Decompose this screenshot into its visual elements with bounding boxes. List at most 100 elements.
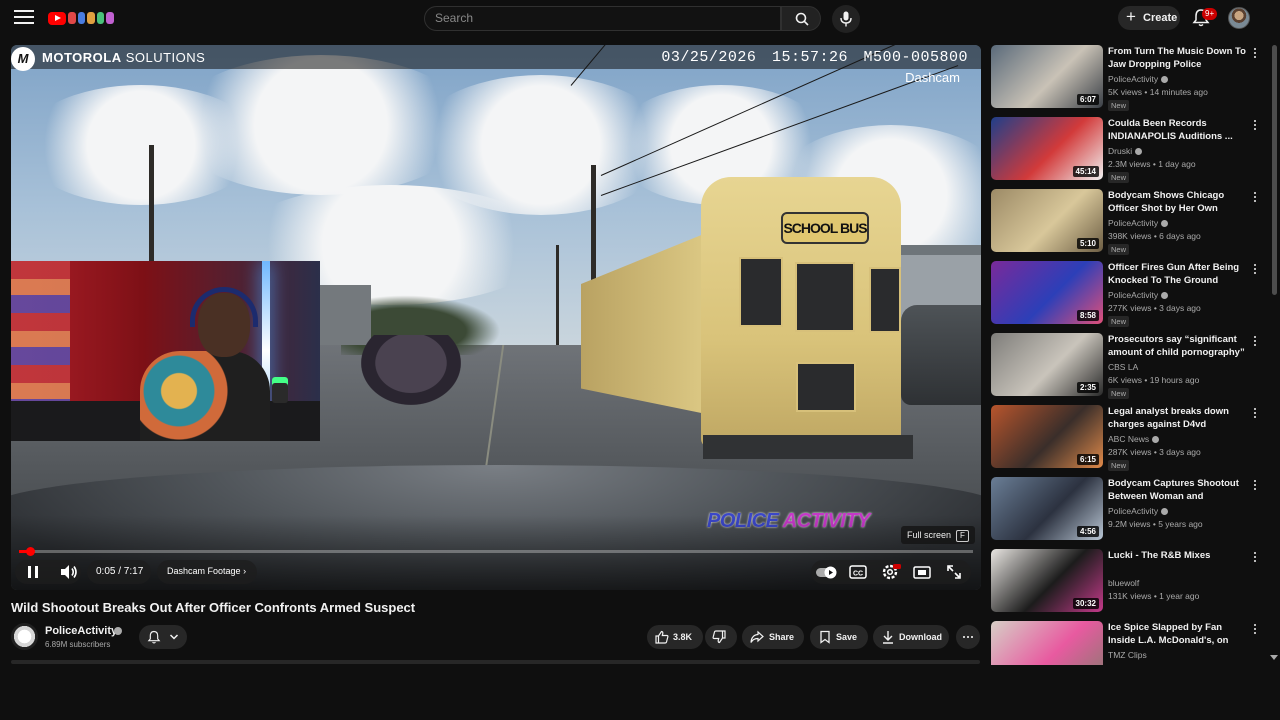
recommendation-title[interactable]: Bodycam Captures Shootout Between Woman … xyxy=(1108,477,1248,503)
recommendation-meta: 277K views • 3 days ago xyxy=(1108,303,1201,313)
new-badge: New xyxy=(1108,460,1130,471)
utility-pole xyxy=(556,245,559,345)
recommendation-channel[interactable]: PoliceActivity xyxy=(1108,506,1169,516)
duration-badge: 45:14 xyxy=(1072,166,1099,177)
pause-button[interactable] xyxy=(21,560,45,584)
share-button[interactable]: Share xyxy=(742,625,804,649)
more-options-icon[interactable] xyxy=(1252,407,1258,421)
save-button[interactable]: Save xyxy=(810,625,868,649)
recommendation-item[interactable]: 6:07 From Turn The Music Down To Jaw Drop… xyxy=(990,45,1270,111)
recommendation-item[interactable]: 8:58 Officer Fires Gun After Being Knocke… xyxy=(990,261,1270,327)
video-player[interactable]: SCHOOL BUS MOTOROLA SOLUTIONS 03/25/2026… xyxy=(11,45,981,590)
pause-icon xyxy=(28,566,31,578)
more-options-icon[interactable] xyxy=(1252,335,1258,349)
recommendation-title[interactable]: Coulda Been Records INDIANAPOLIS Auditio… xyxy=(1108,117,1248,143)
account-avatar[interactable] xyxy=(1228,7,1250,29)
more-options-icon[interactable] xyxy=(1252,623,1258,637)
recommendation-channel[interactable]: PoliceActivity xyxy=(1108,74,1169,84)
description-box[interactable] xyxy=(11,660,980,664)
recommendation-meta: 1.4M views • 7 days ago xyxy=(1108,663,1200,665)
recommendation-title[interactable]: Officer Fires Gun After Being Knocked To… xyxy=(1108,261,1248,287)
theater-mode-button[interactable] xyxy=(911,561,933,583)
more-options-icon[interactable] xyxy=(1252,479,1258,493)
save-label: Save xyxy=(836,632,858,642)
recommendation-channel[interactable]: ABC News xyxy=(1108,434,1160,444)
video-title: Wild Shootout Breaks Out After Officer C… xyxy=(11,600,416,615)
hamburger-menu-icon[interactable] xyxy=(14,10,34,26)
video-thumbnail[interactable]: 30:32 xyxy=(991,549,1103,612)
recommendation-meta: 6K views • 19 hours ago xyxy=(1108,375,1200,385)
like-button[interactable]: 3.8K xyxy=(647,625,703,649)
progress-bar[interactable] xyxy=(19,547,973,556)
verified-icon xyxy=(1161,76,1169,83)
search-button[interactable] xyxy=(781,6,821,31)
subscriber-count: 6.89M subscribers xyxy=(45,640,111,649)
recommendation-channel[interactable]: PoliceActivity xyxy=(1108,290,1169,300)
channel-name[interactable]: PoliceActivity xyxy=(45,625,117,637)
svg-text:CC: CC xyxy=(853,571,863,578)
video-thumbnail[interactable]: 8:58 xyxy=(991,261,1103,324)
scrollbar-thumb[interactable] xyxy=(1272,45,1277,295)
youtube-logo[interactable] xyxy=(48,11,114,25)
settings-button[interactable] xyxy=(879,561,901,583)
more-options-icon[interactable] xyxy=(1252,191,1258,205)
video-thumbnail[interactable]: 5:10 xyxy=(991,189,1103,252)
recommendation-channel[interactable]: bluewolf xyxy=(1108,578,1139,588)
volume-icon xyxy=(61,565,77,579)
recommendation-item[interactable]: 6:15 Legal analyst breaks down charges ag… xyxy=(990,405,1270,471)
search-input[interactable]: Search xyxy=(424,6,781,31)
video-thumbnail[interactable]: 4:56 xyxy=(991,477,1103,540)
more-options-icon[interactable] xyxy=(1252,263,1258,277)
recommendation-item[interactable]: 2:35 Prosecutors say “significant amount … xyxy=(990,333,1270,399)
recommendation-meta: 2.3M views • 1 day ago xyxy=(1108,159,1196,169)
captions-button[interactable]: CC xyxy=(847,561,869,583)
streamer-facecam xyxy=(11,261,320,441)
share-icon xyxy=(750,630,764,643)
dislike-button[interactable] xyxy=(705,625,737,649)
more-actions-button[interactable] xyxy=(956,625,980,649)
autoplay-toggle[interactable] xyxy=(815,561,837,583)
more-options-icon[interactable] xyxy=(1252,47,1258,61)
create-button[interactable]: + Create xyxy=(1118,6,1180,30)
subscribed-notifications-button[interactable] xyxy=(139,625,187,649)
scroll-down-arrow-icon[interactable] xyxy=(1270,655,1278,660)
more-options-icon[interactable] xyxy=(1252,119,1258,133)
cup xyxy=(272,377,288,403)
car xyxy=(901,305,981,405)
recommendation-title[interactable]: Lucki - The R&B Mixes xyxy=(1108,549,1248,562)
channel-avatar[interactable] xyxy=(11,623,38,650)
video-thumbnail[interactable]: 2:35 xyxy=(991,333,1103,396)
progress-scrubber[interactable] xyxy=(26,547,36,556)
verified-icon xyxy=(1161,508,1169,515)
recommendation-title[interactable]: Legal analyst breaks down charges agains… xyxy=(1108,405,1248,431)
duration-badge: 30:32 xyxy=(1072,598,1099,609)
video-thumbnail[interactable] xyxy=(991,621,1103,665)
video-thumbnail[interactable]: 6:07 xyxy=(991,45,1103,108)
gear-icon xyxy=(882,564,901,580)
scrollbar[interactable] xyxy=(1271,45,1278,665)
recommendation-item[interactable]: 45:14 Coulda Been Records INDIANAPOLIS Au… xyxy=(990,117,1270,183)
voice-search-button[interactable] xyxy=(832,5,860,33)
fullscreen-button[interactable] xyxy=(943,561,965,583)
download-button[interactable]: Download xyxy=(873,625,949,649)
video-thumbnail[interactable]: 45:14 xyxy=(991,117,1103,180)
recommendation-title[interactable]: Ice Spice Slapped by Fan Inside L.A. McD… xyxy=(1108,621,1248,647)
recommendation-item[interactable]: Ice Spice Slapped by Fan Inside L.A. McD… xyxy=(990,621,1270,665)
video-thumbnail[interactable]: 6:15 xyxy=(991,405,1103,468)
recommendation-item[interactable]: 4:56 Bodycam Captures Shootout Between Wo… xyxy=(990,477,1270,543)
recommendation-title[interactable]: Bodycam Shows Chicago Officer Shot by He… xyxy=(1108,189,1248,215)
chevron-right-icon: › xyxy=(243,566,247,576)
chapter-button[interactable]: Dashcam Footage › xyxy=(167,566,246,576)
recommendation-channel[interactable]: TMZ Clips xyxy=(1108,650,1147,660)
recommendation-title[interactable]: From Turn The Music Down To Jaw Dropping… xyxy=(1108,45,1248,71)
recommendation-title[interactable]: Prosecutors say “significant amount of c… xyxy=(1108,333,1248,359)
recommendation-meta: 9.2M views • 5 years ago xyxy=(1108,519,1203,529)
recommendation-item[interactable]: 30:32 Lucki - The R&B Mixes bluewolf 131K v… xyxy=(990,549,1270,615)
recommendation-channel[interactable]: Druski xyxy=(1108,146,1143,156)
volume-button[interactable] xyxy=(57,560,81,584)
notification-count-badge: 9+ xyxy=(1202,8,1218,20)
more-options-icon[interactable] xyxy=(1252,551,1258,565)
recommendation-channel[interactable]: CBS LA xyxy=(1108,362,1138,372)
recommendation-item[interactable]: 5:10 Bodycam Shows Chicago Officer Shot b… xyxy=(990,189,1270,255)
recommendation-channel[interactable]: PoliceActivity xyxy=(1108,218,1169,228)
